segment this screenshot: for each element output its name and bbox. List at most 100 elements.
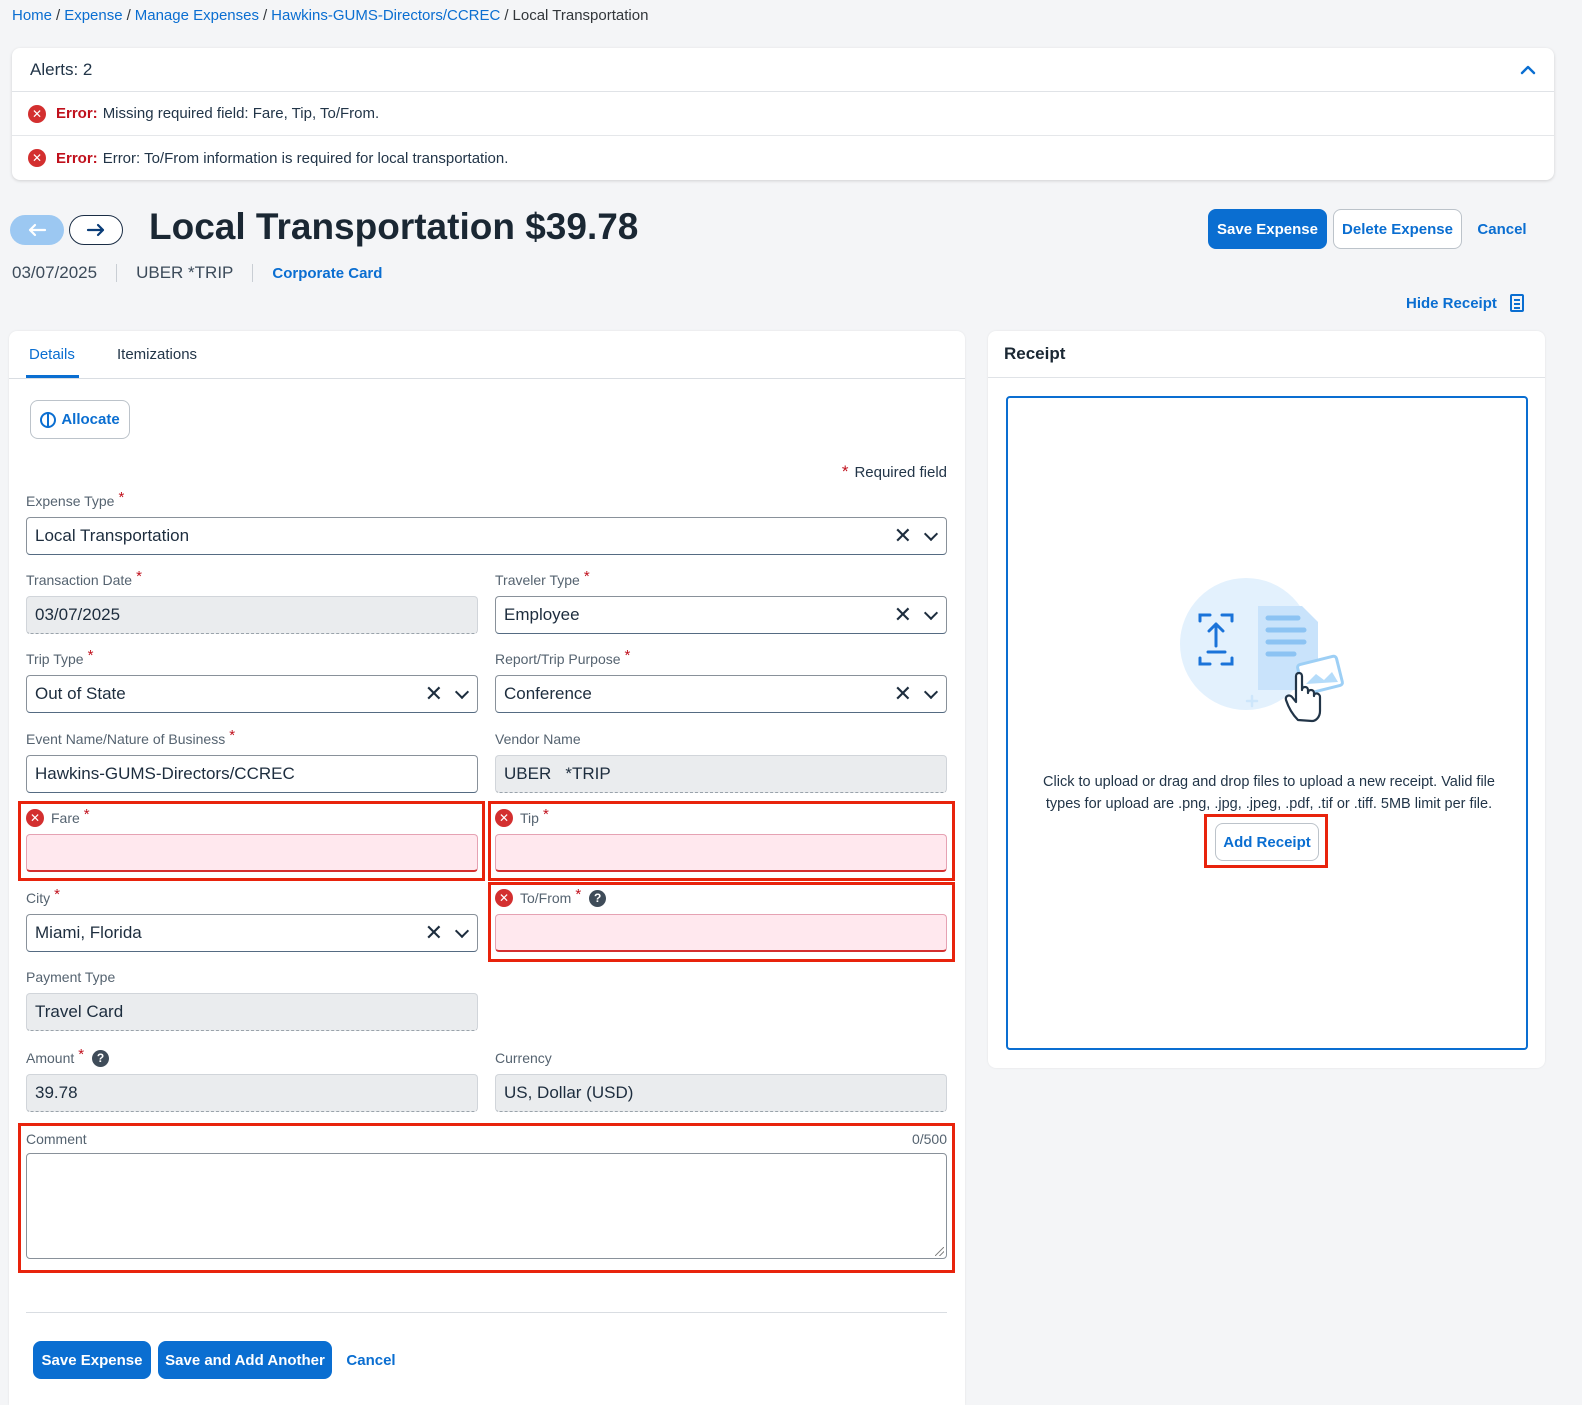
save-expense-button[interactable]: Save Expense bbox=[33, 1341, 151, 1379]
clear-icon[interactable]: ✕ bbox=[894, 604, 912, 626]
divider bbox=[252, 264, 254, 282]
receipt-dropzone[interactable]: Click to upload or drag and drop files t… bbox=[1006, 396, 1528, 1050]
allocate-button[interactable]: Allocate bbox=[30, 400, 130, 439]
trip-type-label: Trip Type bbox=[26, 651, 84, 667]
field-label: Currency bbox=[495, 1048, 947, 1068]
amount-value: 39.78 bbox=[35, 1083, 78, 1102]
previous-expense-button[interactable] bbox=[10, 215, 64, 245]
required-star: * bbox=[118, 488, 125, 506]
chevron-up-icon[interactable] bbox=[1520, 65, 1536, 75]
report-purpose-value: Conference bbox=[504, 684, 592, 703]
chevron-down-icon[interactable] bbox=[454, 684, 470, 699]
tab-itemizations[interactable]: Itemizations bbox=[117, 346, 197, 363]
clear-icon[interactable]: ✕ bbox=[425, 922, 443, 944]
alerts-header[interactable]: Alerts: 2 bbox=[12, 48, 1554, 92]
comment-char-counter: 0/500 bbox=[911, 1131, 947, 1147]
field-label: Report/Trip Purpose * bbox=[495, 647, 947, 669]
required-star: * bbox=[841, 462, 849, 481]
fare-label: Fare bbox=[51, 810, 80, 826]
comment-textarea[interactable] bbox=[26, 1153, 947, 1259]
help-icon[interactable]: ? bbox=[92, 1049, 110, 1067]
payment-type-input: Travel Card bbox=[26, 993, 478, 1031]
allocate-label: Allocate bbox=[61, 411, 120, 428]
comment-label: Comment bbox=[26, 1131, 87, 1147]
tab-details[interactable]: Details bbox=[29, 346, 75, 363]
alerts-title: Alerts: 2 bbox=[30, 59, 93, 79]
clear-icon[interactable]: ✕ bbox=[894, 683, 912, 705]
chevron-down-icon[interactable] bbox=[923, 526, 939, 541]
payment-type-value: Travel Card bbox=[35, 1002, 124, 1021]
transaction-date-value: 03/07/2025 bbox=[35, 605, 121, 624]
resize-handle[interactable] bbox=[935, 1247, 944, 1256]
alert-message: Missing required field: Fare, Tip, To/Fr… bbox=[102, 105, 380, 122]
chevron-down-icon[interactable] bbox=[454, 923, 470, 938]
breadcrumb-expense[interactable]: Expense bbox=[64, 7, 122, 24]
vendor-name-value: UBER *TRIP bbox=[504, 764, 611, 783]
city-label: City bbox=[26, 890, 51, 906]
field-label: ✕ Fare * bbox=[26, 805, 478, 828]
clear-icon[interactable]: ✕ bbox=[894, 525, 912, 547]
comment-field: Comment bbox=[26, 1129, 478, 1149]
to-from-input[interactable] bbox=[495, 914, 947, 952]
arrow-right-icon bbox=[86, 223, 105, 237]
breadcrumb-home[interactable]: Home bbox=[12, 7, 52, 24]
expense-meta: 03/07/2025 UBER *TRIP Corporate Card bbox=[12, 263, 382, 283]
to-from-field: ✕ To/From *? bbox=[495, 885, 947, 952]
breadcrumb-manage-expenses[interactable]: Manage Expenses bbox=[135, 7, 259, 24]
add-receipt-highlight bbox=[1204, 814, 1328, 868]
save-expense-button[interactable]: Save Expense bbox=[1208, 209, 1327, 249]
transaction-date-field: Transaction Date * 03/07/2025 bbox=[26, 567, 478, 634]
traveler-type-select[interactable]: Employee ✕ bbox=[495, 596, 947, 634]
chevron-down-icon[interactable] bbox=[923, 684, 939, 699]
delete-expense-button[interactable]: Delete Expense bbox=[1333, 209, 1462, 249]
required-star: * bbox=[583, 567, 590, 585]
next-expense-button[interactable] bbox=[69, 215, 123, 245]
cancel-button[interactable]: Cancel bbox=[340, 1341, 402, 1379]
payment-method-link[interactable]: Corporate Card bbox=[272, 265, 382, 282]
hide-receipt-link[interactable]: Hide Receipt bbox=[1406, 294, 1524, 312]
city-select[interactable]: Miami, Florida ✕ bbox=[26, 914, 478, 952]
breadcrumb-separator: / bbox=[504, 7, 509, 24]
traveler-type-value: Employee bbox=[504, 605, 580, 624]
receipt-upload-instructions: Click to upload or drag and drop files t… bbox=[1043, 774, 1495, 812]
currency-value: US, Dollar (USD) bbox=[504, 1083, 634, 1102]
fare-field: ✕ Fare * bbox=[26, 805, 478, 872]
required-star: * bbox=[87, 646, 94, 664]
required-star: * bbox=[575, 885, 582, 903]
report-purpose-field: Report/Trip Purpose * Conference ✕ bbox=[495, 647, 947, 713]
breadcrumb-current: Local Transportation bbox=[512, 7, 649, 24]
expense-type-value: Local Transportation bbox=[35, 526, 190, 545]
required-star: * bbox=[78, 1045, 85, 1063]
required-star: * bbox=[136, 567, 142, 585]
field-label: Traveler Type * bbox=[495, 567, 947, 590]
chevron-down-icon[interactable] bbox=[923, 605, 939, 620]
alerts-panel: Alerts: 2 ✕ Error: Missing required fiel… bbox=[12, 48, 1554, 180]
expense-form: Details Itemizations Allocate * Required … bbox=[9, 331, 965, 1405]
field-label: Trip Type * bbox=[26, 646, 478, 669]
field-label: Expense Type * bbox=[26, 488, 947, 511]
report-purpose-select[interactable]: Conference ✕ bbox=[495, 675, 947, 713]
fare-input[interactable] bbox=[26, 834, 478, 872]
breadcrumb-separator: / bbox=[56, 7, 61, 24]
help-icon[interactable]: ? bbox=[589, 889, 607, 907]
expense-type-select[interactable]: Local Transportation ✕ bbox=[26, 517, 947, 555]
amount-input: 39.78 bbox=[26, 1074, 478, 1112]
expense-type-field: Expense Type * Local Transportation ✕ bbox=[26, 488, 947, 555]
breadcrumb-report[interactable]: Hawkins-GUMS-Directors/CCREC bbox=[271, 7, 500, 24]
error-icon: ✕ bbox=[28, 104, 46, 123]
tip-input[interactable] bbox=[495, 834, 947, 872]
alert-item: ✕ Error: Error: To/From information is r… bbox=[12, 136, 1554, 180]
save-and-add-another-button[interactable]: Save and Add Another bbox=[158, 1341, 332, 1379]
trip-type-field: Trip Type * Out of State ✕ bbox=[26, 646, 478, 713]
trip-type-select[interactable]: Out of State ✕ bbox=[26, 675, 478, 713]
expense-vendor: UBER *TRIP bbox=[136, 263, 234, 282]
tab-bar: Details Itemizations bbox=[9, 331, 965, 379]
event-name-input[interactable]: Hawkins-GUMS-Directors/CCREC bbox=[26, 755, 478, 793]
vendor-name-label: Vendor Name bbox=[495, 731, 581, 747]
divider bbox=[116, 264, 118, 282]
cancel-button[interactable]: Cancel bbox=[1468, 209, 1536, 249]
clear-icon[interactable]: ✕ bbox=[425, 683, 443, 705]
payment-type-field: Payment Type Travel Card bbox=[26, 967, 478, 1031]
required-star: * bbox=[83, 805, 90, 823]
tip-label: Tip bbox=[520, 810, 539, 826]
